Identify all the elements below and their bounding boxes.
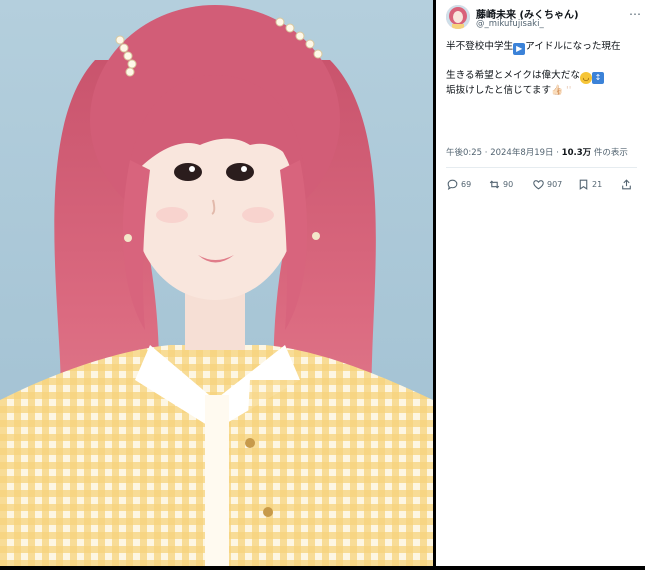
tweet-line-1-end: アイドルになった現在 — [525, 41, 621, 52]
tweet-line-1: 半不登校中学生 ▶ アイドルになった現在 — [446, 40, 641, 55]
bookmark-button[interactable]: 21 — [577, 176, 602, 194]
repost-icon — [489, 180, 500, 189]
up-down-emoji-icon: ↕ — [591, 72, 604, 84]
timestamp[interactable]: 午後0:25 · 2024年8月19日 · — [446, 148, 562, 158]
tweet-actions: 69 90 907 21 — [446, 176, 638, 194]
tweet-line-2-text: 生きる希望とメイクは偉大だな — [446, 70, 580, 81]
post-photo[interactable] — [0, 0, 433, 566]
tweet-line-2: 生きる希望とメイクは偉大だな ◡ ↕ 垢抜けしたと信じてます👍🏻 '' — [446, 69, 641, 98]
repost-count: 90 — [503, 180, 514, 189]
play-emoji-icon: ▶ — [513, 43, 526, 55]
repost-button[interactable]: 90 — [488, 176, 513, 194]
tweet-text: 半不登校中学生 ▶ アイドルになった現在 生きる希望とメイクは偉大だな ◡ ↕ 垢抜けした… — [446, 40, 641, 98]
heart-icon — [533, 180, 544, 190]
bookmark-count: 21 — [592, 180, 603, 189]
reply-button[interactable]: 69 — [446, 176, 471, 194]
hand-emoji-icon: 👍🏻 '' — [551, 85, 572, 96]
share-button[interactable] — [620, 176, 633, 194]
avatar-image — [446, 5, 470, 29]
more-dots-icon[interactable]: ⋯ — [629, 7, 641, 21]
reply-count: 69 — [461, 180, 472, 189]
views-count: 10.3万 — [561, 148, 592, 158]
tweet-panel: 藤崎未来 (みくちゃん) @_mikufujisaki_ ⋯ 半不登校中学生 ▶ ア… — [436, 0, 645, 566]
views-label: 件の表示 — [591, 148, 628, 158]
smile-emoji-icon: ◡ — [579, 72, 592, 84]
user-handle[interactable]: @_mikufujisaki_ — [476, 19, 544, 29]
share-icon — [622, 179, 631, 190]
idol-portrait-image — [0, 0, 433, 566]
tweet-line-3-text: 垢抜けしたと信じてます — [446, 85, 552, 96]
tweet-header: 藤崎未来 (みくちゃん) @_mikufujisaki_ ⋯ — [446, 5, 641, 31]
tweet-line-1-start: 半不登校中学生 — [446, 41, 514, 52]
avatar[interactable] — [446, 5, 470, 29]
tweet-meta: 午後0:25 · 2024年8月19日 · 10.3万 件の表示 — [446, 146, 628, 158]
reply-icon — [447, 179, 458, 190]
like-button[interactable]: 907 — [532, 176, 562, 194]
divider — [446, 167, 637, 168]
bookmark-icon — [579, 179, 588, 190]
like-count: 907 — [547, 180, 563, 189]
